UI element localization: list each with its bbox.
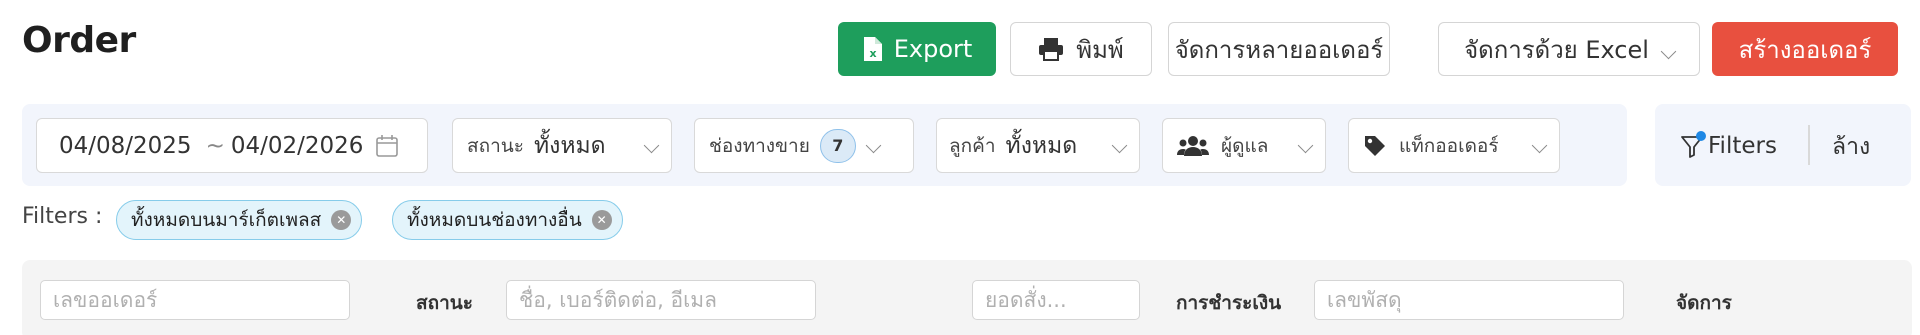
filters-label: Filters xyxy=(1708,133,1777,159)
filter-active-dot xyxy=(1696,131,1706,141)
status-filter[interactable]: สถานะ ทั้งหมด xyxy=(452,118,672,173)
order-tag-filter[interactable]: แท็กออเดอร์ xyxy=(1348,118,1560,173)
owner-filter[interactable]: ผู้ดูแล xyxy=(1162,118,1326,173)
close-circle-icon[interactable]: ✕ xyxy=(591,210,612,230)
payment-column-header: การชำระเงิน xyxy=(1176,292,1282,314)
filter-chip[interactable]: ทั้งหมดบนมาร์เก็ตเพลส ✕ xyxy=(116,200,363,240)
order-number-search-input[interactable] xyxy=(40,280,350,320)
svg-text:x: x xyxy=(869,47,876,60)
excel-manage-label: จัดการด้วย Excel xyxy=(1464,35,1649,64)
chevron-down-icon xyxy=(1660,35,1677,63)
users-icon xyxy=(1177,135,1209,157)
close-circle-icon[interactable]: ✕ xyxy=(331,210,352,230)
filter-chip-label: ทั้งหมดบนช่องทางอื่น xyxy=(407,209,582,231)
status-filter-value: ทั้งหมด xyxy=(533,132,606,159)
clear-filters-button[interactable]: ล้าง xyxy=(1832,129,1870,165)
chevron-down-icon xyxy=(1297,136,1314,155)
create-order-label: สร้างออเดอร์ xyxy=(1738,35,1872,64)
bulk-orders-button[interactable]: จัดการหลายออเดอร์ xyxy=(1168,22,1390,76)
date-separator: ~ xyxy=(205,132,225,159)
chevron-down-icon xyxy=(643,136,660,155)
date-range-picker[interactable]: 04/08/2025 ~ 04/02/2026 xyxy=(36,118,428,173)
date-to: 04/02/2026 xyxy=(230,132,364,159)
sales-channel-label: ช่องทางขาย xyxy=(709,134,810,157)
printer-icon xyxy=(1038,37,1064,61)
export-button[interactable]: x Export xyxy=(838,22,996,76)
print-label: พิมพ์ xyxy=(1076,35,1124,64)
tag-icon xyxy=(1363,134,1387,158)
page-title: Order xyxy=(22,20,136,61)
order-tag-label: แท็กออเดอร์ xyxy=(1399,134,1499,157)
print-button[interactable]: พิมพ์ xyxy=(1010,22,1152,76)
status-column-header: สถานะ xyxy=(416,292,473,314)
filter-icon xyxy=(1680,131,1706,159)
create-order-button[interactable]: สร้างออเดอร์ xyxy=(1712,22,1898,76)
bulk-orders-label: จัดการหลายออเดอร์ xyxy=(1174,35,1384,64)
customer-filter-label: ลูกค้า xyxy=(949,134,996,157)
date-from: 04/08/2025 xyxy=(59,132,192,159)
excel-manage-button[interactable]: จัดการด้วย Excel xyxy=(1438,22,1700,76)
active-filters-label: Filters : xyxy=(22,204,103,229)
sales-channel-count-badge: 7 xyxy=(819,128,856,163)
chevron-down-icon xyxy=(1531,136,1548,155)
chevron-down-icon xyxy=(865,136,882,155)
owner-filter-label: ผู้ดูแล xyxy=(1221,134,1269,157)
tracking-number-search-input[interactable] xyxy=(1314,280,1624,320)
advanced-filters-button[interactable]: Filters xyxy=(1680,128,1777,164)
calendar-icon xyxy=(375,134,399,158)
chevron-down-icon xyxy=(1111,136,1128,155)
order-amount-search-input[interactable] xyxy=(972,280,1140,320)
excel-icon: x xyxy=(862,37,882,61)
customer-filter-value: ทั้งหมด xyxy=(1005,132,1078,159)
filter-chip[interactable]: ทั้งหมดบนช่องทางอื่น ✕ xyxy=(392,200,623,240)
status-filter-label: สถานะ xyxy=(467,134,524,157)
export-label: Export xyxy=(893,35,973,63)
sales-channel-filter[interactable]: ช่องทางขาย 7 xyxy=(694,118,914,173)
customer-search-input[interactable] xyxy=(506,280,816,320)
customer-filter[interactable]: ลูกค้า ทั้งหมด xyxy=(936,118,1140,173)
manage-column-header: จัดการ xyxy=(1676,292,1732,314)
divider xyxy=(1808,125,1810,165)
filter-chip-label: ทั้งหมดบนมาร์เก็ตเพลส xyxy=(131,209,322,231)
